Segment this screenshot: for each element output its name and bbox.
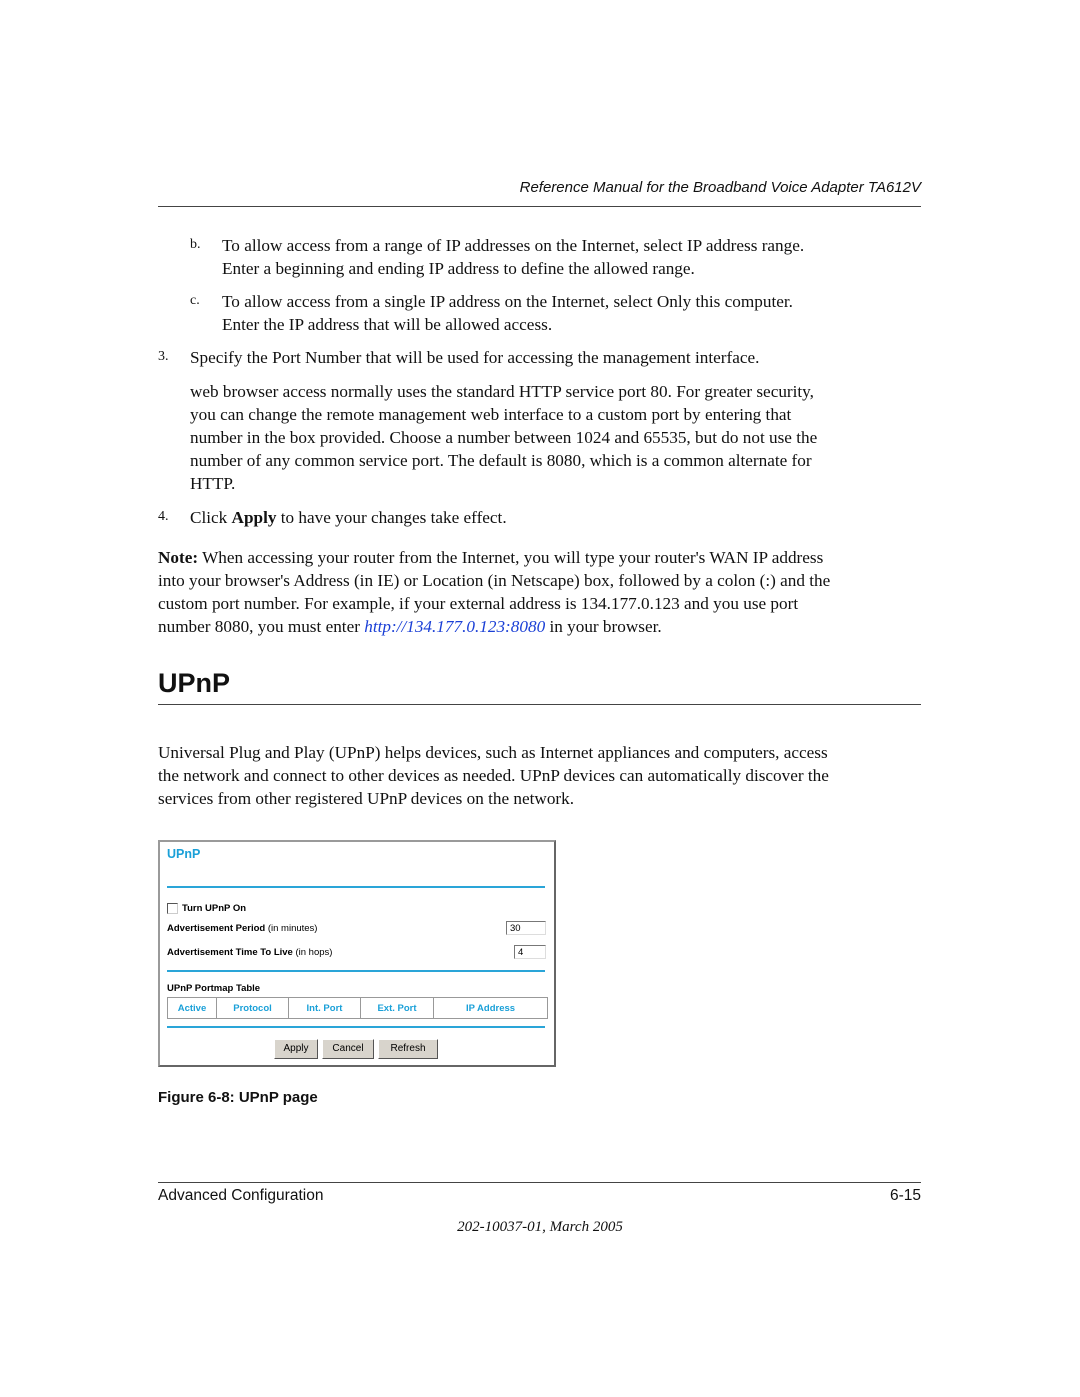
step-marker-b: b. (190, 237, 201, 252)
adv-ttl-row: Advertisement Time To Live (in hops) (167, 947, 545, 958)
col-ext-port: Ext. Port (360, 997, 434, 1019)
adv-ttl-unit: (in hops) (292, 947, 333, 958)
step-4-post: to have your changes take effect. (276, 508, 507, 527)
adv-period-input[interactable]: 30 (506, 921, 546, 935)
running-header: Reference Manual for the Broadband Voice… (519, 179, 921, 196)
note-line2: into your browser's Address (in IE) or L… (158, 571, 831, 590)
turn-upnp-on-checkbox[interactable] (167, 903, 178, 914)
cancel-button[interactable]: Cancel (322, 1039, 374, 1059)
step-marker-3: 3. (158, 349, 169, 364)
note-line1-text: When accessing your router from the Inte… (198, 548, 824, 567)
refresh-button[interactable]: Refresh (378, 1039, 438, 1059)
step-marker-c: c. (190, 293, 200, 308)
step-3-detail-4: number of any common service port. The d… (190, 451, 812, 470)
adv-period-unit: (in minutes) (265, 923, 318, 934)
step-4-text: Click Apply to have your changes take ef… (190, 506, 507, 529)
divider (167, 970, 545, 972)
note-line3: custom port number. For example, if your… (158, 594, 799, 613)
step-c-line2: Enter the IP address that will be allowe… (222, 315, 553, 334)
step-4-pre: Click (190, 508, 232, 527)
step-marker-4: 4. (158, 509, 169, 524)
footer-doc-id: 202-10037-01, March 2005 (457, 1219, 623, 1235)
col-active: Active (167, 997, 217, 1019)
portmap-title-row: UPnP Portmap Table (167, 983, 545, 994)
intro-line3: services from other registered UPnP devi… (158, 789, 575, 808)
portmap-header-row: Active Protocol Int. Port Ext. Port IP A… (167, 997, 548, 1019)
intro-line1: Universal Plug and Play (UPnP) helps dev… (158, 743, 828, 762)
step-b-line1: To allow access from a range of IP addre… (222, 236, 805, 255)
divider (167, 1026, 545, 1028)
adv-period-label: Advertisement Period (167, 923, 266, 934)
adv-ttl-input[interactable]: 4 (514, 945, 546, 959)
note-line1: Note: When accessing your router from th… (158, 546, 823, 569)
header-rule (158, 206, 921, 207)
footer-page-number: 6-15 (889, 1187, 921, 1204)
step-b-line2: Enter a beginning and ending IP address … (222, 259, 695, 278)
portmap-table-title: UPnP Portmap Table (167, 983, 261, 994)
figure-caption: Figure 6-8: UPnP page (158, 1089, 318, 1106)
turn-upnp-on-row: Turn UPnP On (167, 903, 545, 914)
portmap-table: Active Protocol Int. Port Ext. Port IP A… (167, 997, 548, 1019)
step-3-detail-3: number in the box provided. Choose a num… (190, 428, 818, 447)
adv-ttl-label: Advertisement Time To Live (167, 947, 293, 958)
section-rule (158, 704, 921, 705)
col-int-port: Int. Port (288, 997, 361, 1019)
divider (167, 886, 545, 888)
intro-line2: the network and connect to other devices… (158, 766, 829, 785)
step-c-line1: To allow access from a single IP address… (222, 292, 793, 311)
col-ip-address: IP Address (433, 997, 548, 1019)
note-line4: number 8080, you must enter http://134.1… (158, 615, 662, 638)
turn-upnp-on-label: Turn UPnP On (182, 903, 247, 914)
footer-chapter: Advanced Configuration (158, 1187, 324, 1204)
step-3-text: Specify the Port Number that will be use… (190, 348, 760, 367)
note-line4-pre: number 8080, you must enter (158, 617, 365, 636)
upnp-panel-title: UPnP (167, 847, 201, 861)
example-url-link[interactable]: http://134.177.0.123:8080 (364, 617, 545, 636)
adv-period-row: Advertisement Period (in minutes) (167, 923, 545, 934)
step-4-apply-bold: Apply (231, 508, 277, 527)
section-heading: UPnP (158, 668, 231, 698)
note-label: Note: (158, 548, 199, 567)
footer-rule (158, 1182, 921, 1183)
apply-button[interactable]: Apply (274, 1039, 318, 1059)
step-3-detail-5: HTTP. (190, 474, 236, 493)
note-line4-post: in your browser. (545, 617, 662, 636)
step-3-detail-2: you can change the remote management web… (190, 405, 792, 424)
col-protocol: Protocol (216, 997, 289, 1019)
step-3-detail-1: web browser access normally uses the sta… (190, 382, 814, 401)
upnp-screenshot: UPnP Turn UPnP On Advertisement Period (… (158, 840, 556, 1067)
